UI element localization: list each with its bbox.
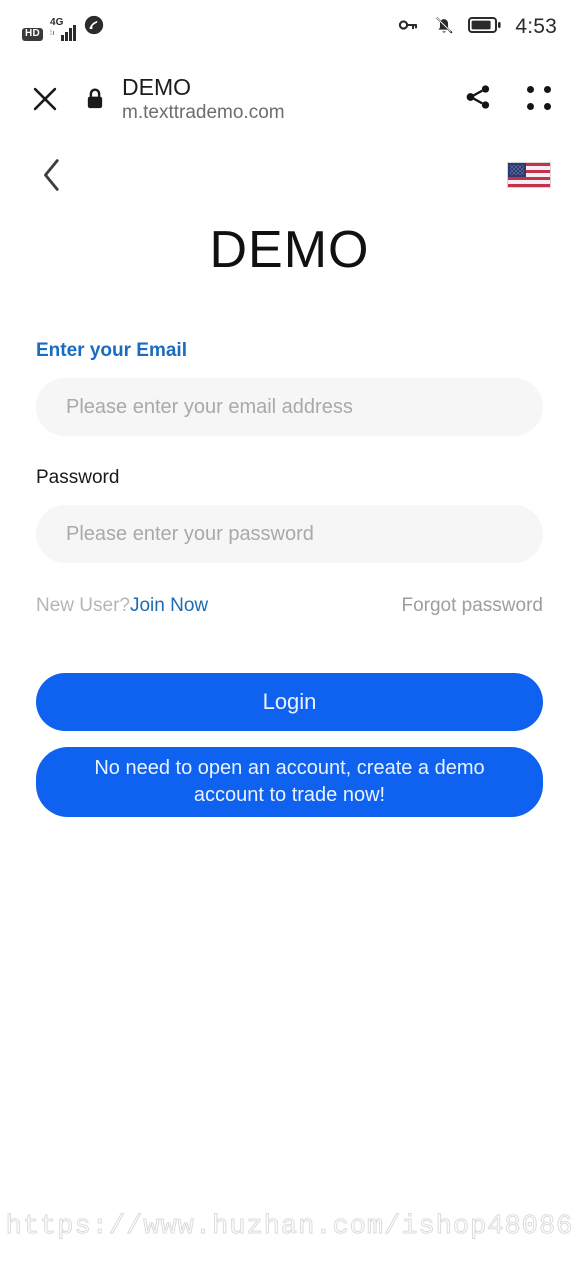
browser-actions <box>463 82 553 117</box>
email-label: Enter your Email <box>36 340 187 362</box>
helper-links-row: New User? Join Now Forgot password <box>36 595 543 617</box>
hd-icon: HD <box>22 27 44 41</box>
signal-bars-icon: 4G ⁞ı <box>50 17 77 41</box>
lock-icon <box>84 86 106 112</box>
close-icon[interactable] <box>24 78 66 120</box>
signal-bar-levels <box>61 24 77 41</box>
key-icon <box>396 13 420 42</box>
site-title: DEMO <box>122 73 191 100</box>
us-flag-icon[interactable] <box>507 162 551 188</box>
new-user-label: New User? <box>36 595 130 617</box>
status-bar-left: HD 4G ⁞ı <box>22 14 105 41</box>
login-button[interactable]: Login <box>36 673 543 732</box>
browser-toolbar: DEMO m.texttrademo.com <box>0 54 579 144</box>
bell-muted-icon <box>433 14 455 41</box>
share-icon[interactable] <box>463 82 493 117</box>
status-bar: HD 4G ⁞ı 4:53 <box>0 0 579 54</box>
chevron-left-icon[interactable] <box>28 151 76 199</box>
page-title: DEMO <box>209 221 370 279</box>
page-nav-row <box>28 144 551 206</box>
create-demo-account-button[interactable]: No need to open an account, create a dem… <box>36 747 543 818</box>
status-bar-right: 4:53 <box>396 13 557 42</box>
battery-icon <box>468 15 502 40</box>
join-now-link[interactable]: Join Now <box>130 595 208 617</box>
site-url: m.texttrademo.com <box>122 101 285 123</box>
watermark: https://www.huzhan.com/ishop48086 <box>5 1212 574 1243</box>
signal-dots: ⁞ı <box>50 29 55 37</box>
email-input[interactable] <box>36 378 543 437</box>
password-label: Password <box>36 467 120 489</box>
password-field-group: Password <box>36 467 543 564</box>
hotspot-icon <box>83 14 105 41</box>
email-field-group: Enter your Email <box>36 340 543 437</box>
page-content: DEMO Enter your Email Password New User?… <box>0 144 579 818</box>
clock-time: 4:53 <box>515 15 557 38</box>
site-identity[interactable]: DEMO m.texttrademo.com <box>122 73 285 126</box>
grid-menu-icon[interactable] <box>527 86 553 112</box>
forgot-password-link[interactable]: Forgot password <box>401 595 543 617</box>
password-input[interactable] <box>36 505 543 564</box>
